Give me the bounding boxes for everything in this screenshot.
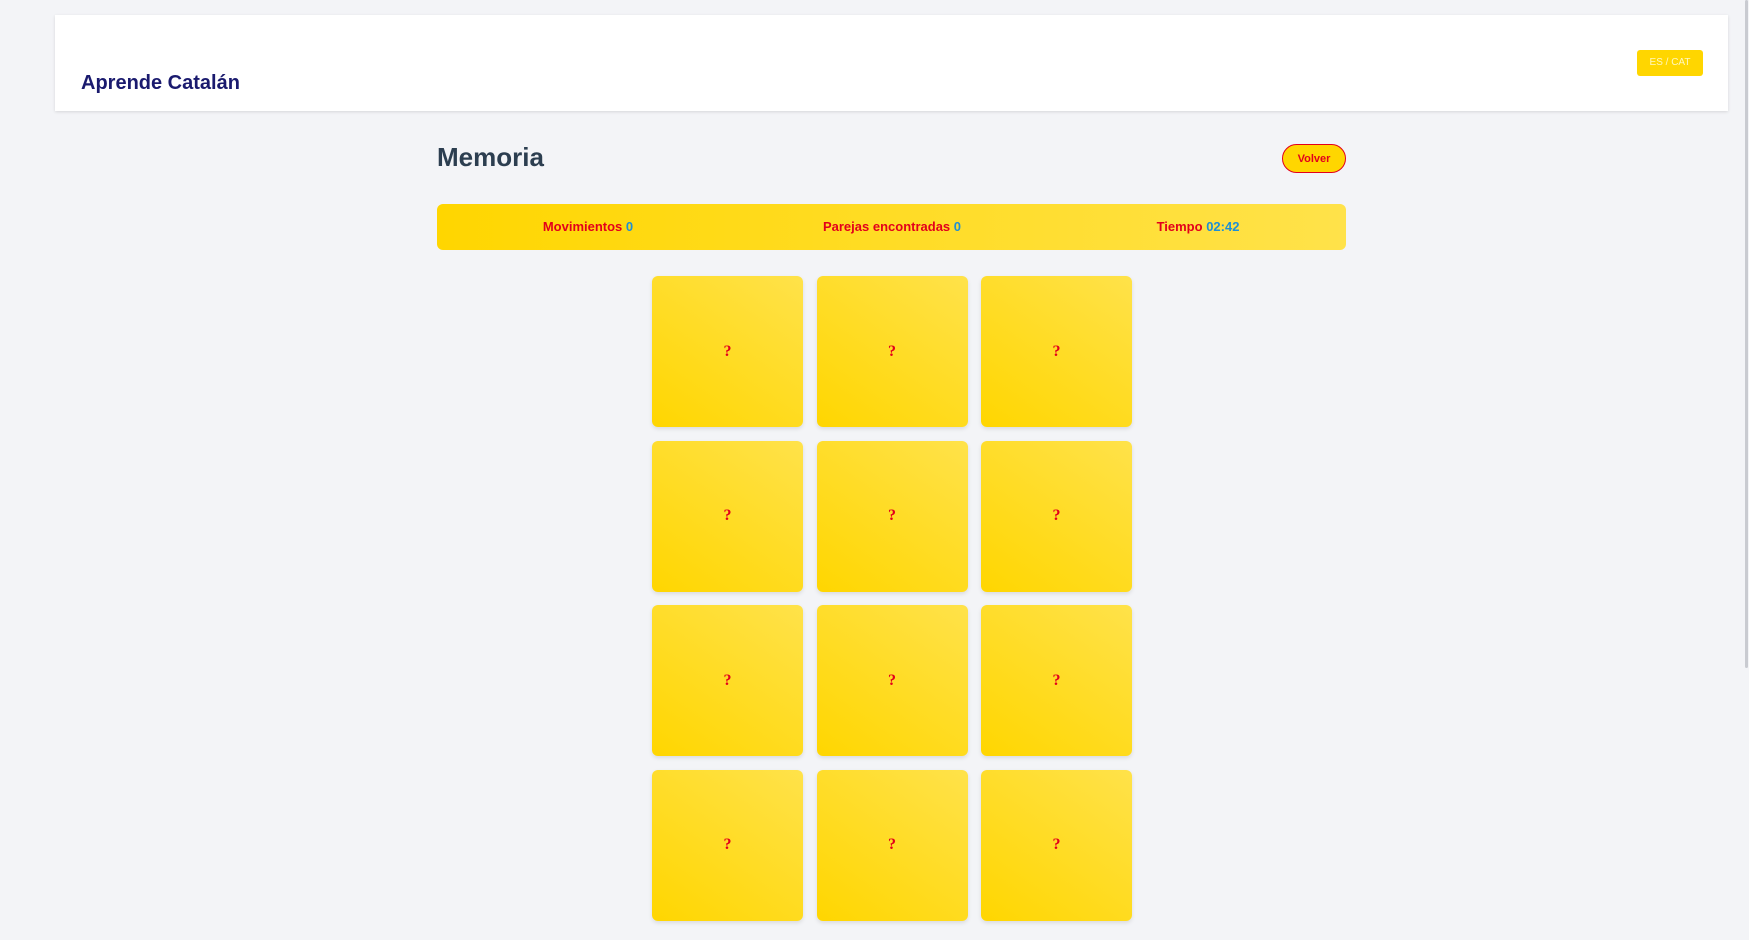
stat-moves-value: 0 bbox=[625, 219, 634, 234]
card-hidden-face: ? bbox=[888, 836, 896, 853]
card-hidden-face: ? bbox=[723, 507, 732, 524]
stat-time-value: 02:42 bbox=[1206, 219, 1240, 234]
app-header: Aprende Catalán ES / CAT bbox=[55, 15, 1728, 111]
card-hidden-face: ? bbox=[1052, 836, 1061, 853]
memory-card[interactable]: ? bbox=[816, 605, 968, 756]
card-hidden-face: ? bbox=[888, 342, 896, 360]
card-hidden-face: ? bbox=[1052, 507, 1061, 524]
memory-card[interactable]: ? bbox=[816, 276, 968, 427]
memory-card[interactable]: ? bbox=[652, 440, 803, 592]
memory-card[interactable]: ? bbox=[981, 769, 1132, 921]
memory-card[interactable]: ? bbox=[981, 440, 1132, 592]
stat-moves: Movimientos 0 bbox=[543, 204, 633, 250]
stat-time: Tiempo 02:42 bbox=[1157, 204, 1240, 250]
back-button[interactable]: Volver bbox=[1282, 144, 1346, 173]
brand-logo-text[interactable]: Aprende Catalán bbox=[81, 73, 240, 93]
card-hidden-face: ? bbox=[723, 671, 732, 689]
stat-time-label: Tiempo bbox=[1156, 219, 1203, 234]
card-hidden-face: ? bbox=[723, 342, 732, 360]
memory-card[interactable]: ? bbox=[816, 769, 968, 921]
card-hidden-face: ? bbox=[888, 671, 896, 689]
stats-bar: Movimientos 0 Parejas encontradas 0 Tiem… bbox=[437, 204, 1346, 250]
page-scrollbar[interactable] bbox=[1743, 0, 1749, 940]
stat-pairs-label: Parejas encontradas bbox=[822, 219, 951, 234]
memory-card[interactable]: ? bbox=[652, 605, 803, 756]
card-hidden-face: ? bbox=[888, 507, 896, 524]
memory-card[interactable]: ? bbox=[981, 605, 1132, 756]
memory-card[interactable]: ? bbox=[652, 769, 803, 921]
memory-card[interactable]: ? bbox=[816, 440, 968, 592]
language-toggle-button[interactable]: ES / CAT bbox=[1637, 50, 1703, 76]
card-hidden-face: ? bbox=[723, 836, 732, 853]
memory-card[interactable]: ? bbox=[981, 276, 1132, 427]
stat-pairs: Parejas encontradas 0 bbox=[823, 204, 961, 250]
card-hidden-face: ? bbox=[1052, 342, 1061, 360]
stat-pairs-value: 0 bbox=[953, 219, 962, 234]
scrollbar-thumb[interactable] bbox=[1745, 0, 1748, 668]
stat-moves-label: Movimientos bbox=[542, 219, 623, 234]
memory-board: ? ? ? ? ? ? ? ? ? ? ? ? bbox=[652, 276, 1132, 921]
card-hidden-face: ? bbox=[1052, 671, 1061, 689]
page-title: Memoria bbox=[437, 142, 544, 172]
memory-card[interactable]: ? bbox=[652, 276, 803, 427]
